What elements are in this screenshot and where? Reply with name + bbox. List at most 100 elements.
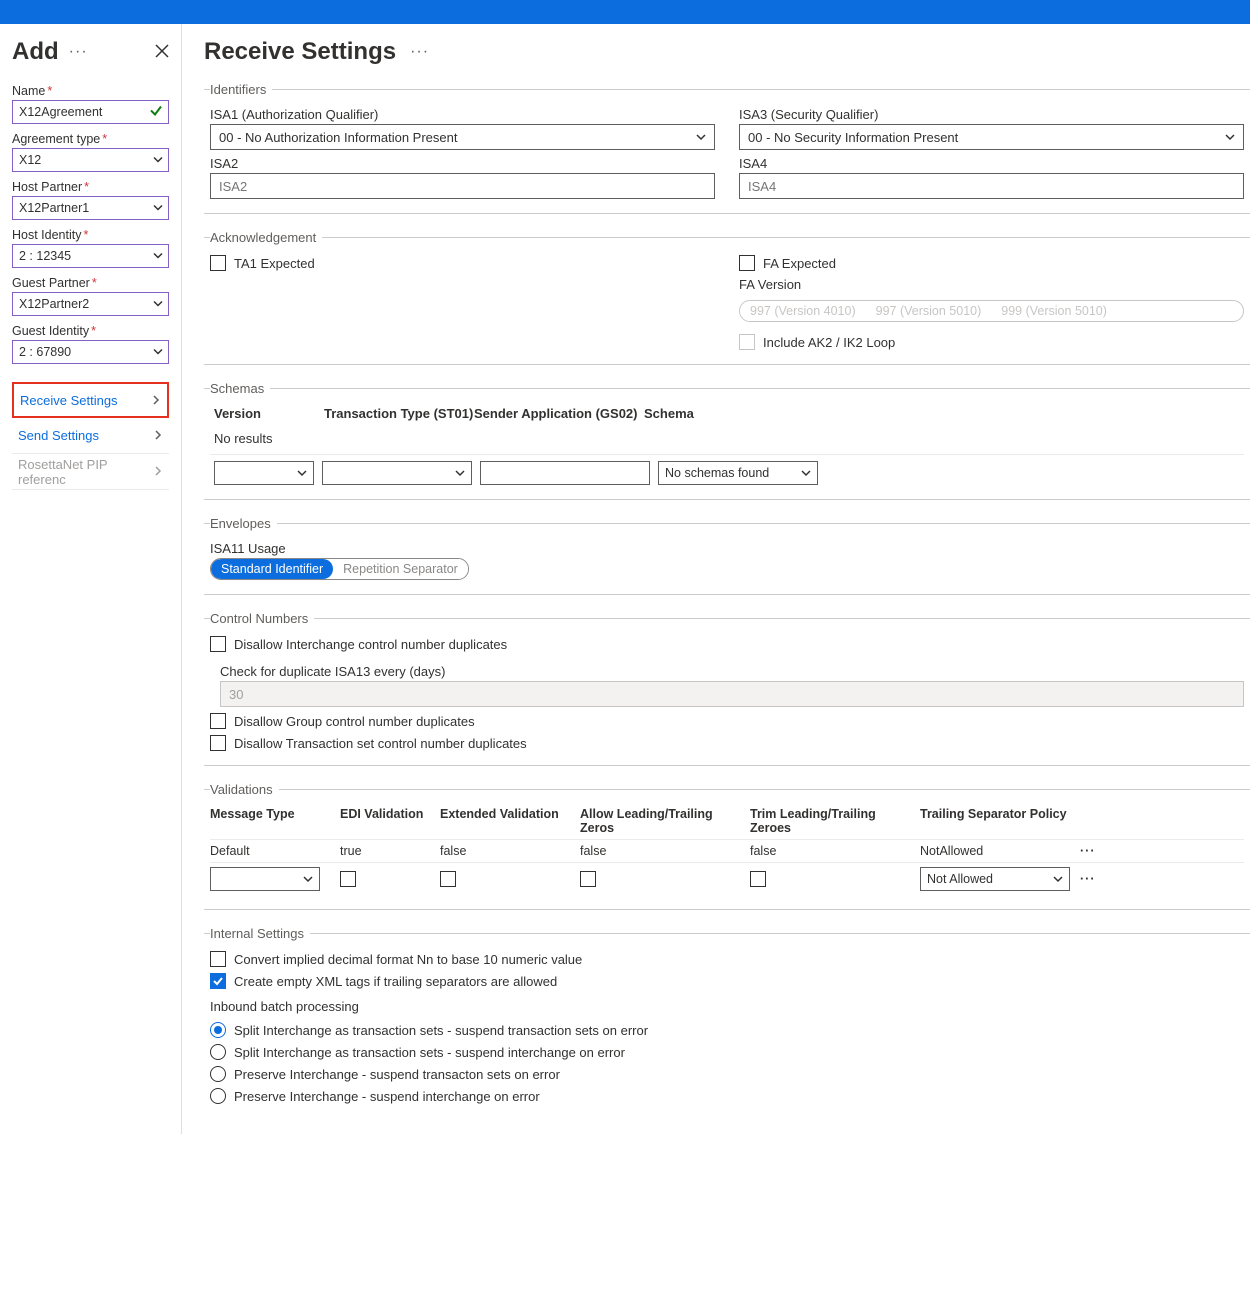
- val-ext-checkbox[interactable]: [440, 871, 456, 887]
- host-partner-label: Host Partner*: [12, 180, 169, 194]
- col-msg-type: Message Type: [210, 807, 340, 835]
- envelopes-section: Envelopes ISA11 Usage Standard Identifie…: [204, 516, 1250, 595]
- control-numbers-section: Control Numbers Disallow Interchange con…: [204, 611, 1250, 766]
- validation-row-new: Not Allowed ···: [210, 862, 1244, 895]
- batch-label: Inbound batch processing: [210, 999, 1244, 1014]
- add-title: Add: [12, 38, 59, 66]
- include-ak2-checkbox: Include AK2 / IK2 Loop: [739, 334, 1244, 350]
- isa11-standard[interactable]: Standard Identifier: [211, 559, 333, 579]
- isa3-select[interactable]: 00 - No Security Information Present: [739, 124, 1244, 150]
- create-empty-xml-checkbox[interactable]: Create empty XML tags if trailing separa…: [210, 973, 1244, 989]
- col-trim0: Trim Leading/Trailing Zeroes: [750, 807, 920, 835]
- acknowledgement-legend: Acknowledgement: [210, 230, 322, 245]
- nav-receive-settings[interactable]: Receive Settings: [12, 382, 169, 418]
- checkbox-icon: [210, 255, 226, 271]
- radio-icon: [210, 1066, 226, 1082]
- fa-version-segmented: 997 (Version 4010) 997 (Version 5010) 99…: [739, 300, 1244, 322]
- agreement-type-label: Agreement type*: [12, 132, 169, 146]
- col-sender-app: Sender Application (GS02): [474, 406, 644, 421]
- checkbox-icon: [739, 255, 755, 271]
- val-msgtype-select[interactable]: [210, 867, 320, 891]
- close-icon[interactable]: [155, 44, 169, 61]
- batch-radio-1[interactable]: Split Interchange as transaction sets - …: [210, 1022, 1244, 1038]
- radio-icon: [210, 1044, 226, 1060]
- identifiers-legend: Identifiers: [210, 82, 272, 97]
- schema-schema-select[interactable]: No schemas found: [658, 461, 818, 485]
- add-more-icon[interactable]: ···: [65, 43, 92, 61]
- batch-radio-4[interactable]: Preserve Interchange - suspend interchan…: [210, 1088, 1244, 1104]
- checkbox-icon: [210, 735, 226, 751]
- schemas-no-results: No results: [210, 427, 1244, 455]
- schema-sender-input[interactable]: [480, 461, 650, 485]
- check-duplicate-label: Check for duplicate ISA13 every (days): [220, 664, 1244, 679]
- batch-radio-2[interactable]: Split Interchange as transaction sets - …: [210, 1044, 1244, 1060]
- checkbox-icon: [739, 334, 755, 350]
- receive-settings-panel: Receive Settings ··· Identifiers ISA1 (A…: [182, 24, 1250, 1134]
- schemas-section: Schemas Version Transaction Type (ST01) …: [204, 381, 1250, 500]
- chevron-right-icon: [153, 464, 163, 479]
- agreement-type-select[interactable]: X12: [12, 148, 169, 172]
- col-allow0: Allow Leading/Trailing Zeros: [580, 807, 750, 835]
- check-icon: [149, 104, 163, 121]
- val-edi-checkbox[interactable]: [340, 871, 356, 887]
- isa2-label: ISA2: [210, 156, 715, 171]
- chevron-right-icon: [151, 393, 161, 408]
- ta1-expected-checkbox[interactable]: TA1 Expected: [210, 255, 315, 271]
- host-partner-select[interactable]: X12Partner1: [12, 196, 169, 220]
- row-more-icon[interactable]: ···: [1080, 872, 1110, 886]
- isa11-repetition[interactable]: Repetition Separator: [333, 559, 468, 579]
- val-trim0-checkbox[interactable]: [750, 871, 766, 887]
- nav-rosettanet[interactable]: RosettaNet PIP referenc: [12, 454, 169, 490]
- internal-legend: Internal Settings: [210, 926, 310, 941]
- guest-partner-select[interactable]: X12Partner2: [12, 292, 169, 316]
- nav-label: Send Settings: [18, 428, 99, 443]
- schema-txn-select[interactable]: [322, 461, 472, 485]
- radio-icon: [210, 1022, 226, 1038]
- nav-send-settings[interactable]: Send Settings: [12, 418, 169, 454]
- validations-legend: Validations: [210, 782, 279, 797]
- identifiers-section: Identifiers ISA1 (Authorization Qualifie…: [204, 82, 1250, 214]
- checkbox-icon: [210, 636, 226, 652]
- val-allow0-checkbox[interactable]: [580, 871, 596, 887]
- checkbox-icon: [210, 973, 226, 989]
- radio-icon: [210, 1088, 226, 1104]
- isa4-label: ISA4: [739, 156, 1244, 171]
- col-ext: Extended Validation: [440, 807, 580, 835]
- page-title: Receive Settings: [204, 38, 396, 66]
- nav-label: RosettaNet PIP referenc: [18, 457, 153, 487]
- host-identity-select[interactable]: 2 : 12345: [12, 244, 169, 268]
- chevron-down-icon: [696, 130, 706, 145]
- isa11-segmented[interactable]: Standard Identifier Repetition Separator: [210, 558, 469, 580]
- disallow-group-checkbox[interactable]: Disallow Group control number duplicates: [210, 713, 1244, 729]
- guest-identity-select[interactable]: 2 : 67890: [12, 340, 169, 364]
- fa-version-option: 997 (Version 4010): [740, 301, 866, 321]
- schemas-legend: Schemas: [210, 381, 270, 396]
- convert-decimal-checkbox[interactable]: Convert implied decimal format Nn to bas…: [210, 951, 1244, 967]
- isa1-select[interactable]: 00 - No Authorization Information Presen…: [210, 124, 715, 150]
- guest-identity-label: Guest Identity*: [12, 324, 169, 338]
- isa4-input[interactable]: [739, 173, 1244, 199]
- disallow-interchange-checkbox[interactable]: Disallow Interchange control number dupl…: [210, 636, 1244, 652]
- batch-radio-3[interactable]: Preserve Interchange - suspend transacto…: [210, 1066, 1244, 1082]
- check-duplicate-input: 30: [220, 681, 1244, 707]
- isa3-label: ISA3 (Security Qualifier): [739, 107, 1244, 122]
- col-edi: EDI Validation: [340, 807, 440, 835]
- page-more-icon[interactable]: ···: [406, 43, 433, 61]
- isa2-input[interactable]: [210, 173, 715, 199]
- fa-version-label: FA Version: [739, 277, 1244, 292]
- val-policy-select[interactable]: Not Allowed: [920, 867, 1070, 891]
- col-schema: Schema: [644, 406, 804, 421]
- disallow-txn-checkbox[interactable]: Disallow Transaction set control number …: [210, 735, 1244, 751]
- schema-version-select[interactable]: [214, 461, 314, 485]
- validation-row-default: Default true false false false NotAllowe…: [210, 839, 1244, 862]
- host-identity-label: Host Identity*: [12, 228, 169, 242]
- fa-expected-checkbox[interactable]: FA Expected: [739, 255, 1244, 271]
- col-policy: Trailing Separator Policy: [920, 807, 1080, 835]
- internal-settings-section: Internal Settings Convert implied decima…: [204, 926, 1250, 1118]
- envelopes-legend: Envelopes: [210, 516, 277, 531]
- add-panel: Add ··· Name* Agreement type* X12 Host P…: [0, 24, 182, 1134]
- row-more-icon[interactable]: ···: [1080, 844, 1110, 858]
- checkbox-icon: [210, 713, 226, 729]
- name-input[interactable]: [12, 100, 169, 124]
- nav-label: Receive Settings: [20, 393, 118, 408]
